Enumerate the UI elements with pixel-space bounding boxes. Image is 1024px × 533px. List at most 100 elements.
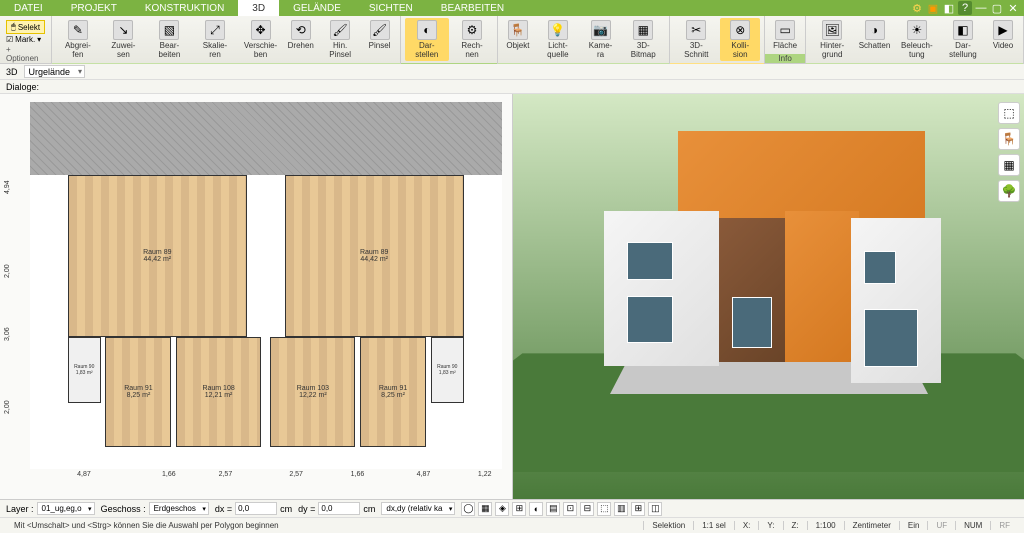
flaeche-button[interactable]: ▭Fläche xyxy=(769,18,801,52)
room-91-right[interactable]: Raum 918,25 m² xyxy=(360,337,426,447)
titlebar-icon-1[interactable]: ⚙ xyxy=(910,1,924,15)
status-ein: Ein xyxy=(899,521,928,530)
main-menubar: DATEI PROJEKT KONSTRUKTION 3D GELÄNDE SI… xyxy=(0,0,1024,16)
status-scale2: 1:100 xyxy=(807,521,844,530)
lichtquelle-button[interactable]: 💡Licht- quelle xyxy=(536,18,580,61)
verschieben-button[interactable]: ✥Verschie- ben xyxy=(238,18,282,61)
zuweisen-button[interactable]: ↘Zuwei- sen xyxy=(102,18,146,61)
room-103[interactable]: Raum 10312,22 m² xyxy=(270,337,355,447)
view-mode-label: 3D xyxy=(6,67,18,77)
titlebar-icon-2[interactable]: ▣ xyxy=(926,1,940,15)
beleuchtung-button[interactable]: ☀Beleuch- tung xyxy=(895,18,939,61)
menu-tab-projekt[interactable]: PROJEKT xyxy=(57,0,131,16)
white-block-right xyxy=(851,218,942,384)
menu-tab-3d[interactable]: 3D xyxy=(238,0,279,16)
3d-bitmap-button[interactable]: ▦3D- Bitmap xyxy=(621,18,665,61)
layer-dropdown[interactable]: 01_ug,eg,o xyxy=(37,502,95,515)
geschoss-dropdown[interactable]: Erdgeschos xyxy=(149,502,209,515)
titlebar-icon-3[interactable]: ◧ xyxy=(942,1,956,15)
object-icon: 🪑 xyxy=(508,20,528,40)
mini-icon-5[interactable]: ◐ xyxy=(529,502,543,516)
help-icon[interactable]: ? xyxy=(958,1,972,15)
video-button[interactable]: ▶Video xyxy=(987,18,1019,52)
plants-tool[interactable]: 🌳 xyxy=(998,180,1020,202)
close-icon[interactable]: ✕ xyxy=(1006,1,1020,15)
objekt-button[interactable]: 🪑Objekt xyxy=(502,18,534,52)
rotate-icon: ⟲ xyxy=(291,20,311,40)
layer-label: Layer : xyxy=(6,504,34,514)
coord-mode-dropdown[interactable]: dx,dy (relativ ka xyxy=(381,502,455,515)
dy-label: dy = xyxy=(298,504,315,514)
room-91-left[interactable]: Raum 918,25 m² xyxy=(105,337,171,447)
mini-icon-4[interactable]: ⊞ xyxy=(512,502,526,516)
mini-icon-2[interactable]: ▦ xyxy=(478,502,492,516)
mark-toggle[interactable]: ☑ Mark. ▾ xyxy=(6,34,45,45)
mini-icon-8[interactable]: ⊟ xyxy=(580,502,594,516)
menu-tab-konstruktion[interactable]: KONSTRUKTION xyxy=(131,0,238,16)
status-uf: UF xyxy=(927,521,955,530)
menu-tab-datei[interactable]: DATEI xyxy=(0,0,57,16)
lighting-icon: ☀ xyxy=(907,20,927,40)
pinsel-button[interactable]: 🖌Pinsel xyxy=(364,18,396,52)
room-90-left[interactable]: Raum 901,83 m² xyxy=(68,337,101,403)
room-108[interactable]: Raum 10812,21 m² xyxy=(176,337,261,447)
menu-tab-gelaende[interactable]: GELÄNDE xyxy=(279,0,355,16)
optionen-button[interactable]: + Optionen xyxy=(6,45,45,63)
shadow-icon: ◑ xyxy=(865,20,885,40)
brush-icon: 🖌 xyxy=(370,20,390,40)
status-rf: RF xyxy=(990,521,1018,530)
layers-tool[interactable]: ⬚ xyxy=(998,102,1020,124)
selekt-button[interactable]: 🖱 Selekt xyxy=(6,20,45,34)
mini-icon-10[interactable]: ▥ xyxy=(614,502,628,516)
assign-icon: ↘ xyxy=(113,20,133,40)
darstellen-button[interactable]: ◐Dar- stellen xyxy=(405,18,450,61)
workspace: 4,94 2,00 3,06 2,00 Raum 8944,42 m² Raum… xyxy=(0,94,1024,499)
3d-building[interactable] xyxy=(563,114,975,459)
dx-input[interactable] xyxy=(235,502,277,515)
mini-icon-12[interactable]: ◫ xyxy=(648,502,662,516)
abgreifen-button[interactable]: ✎Abgrei- fen xyxy=(56,18,100,61)
room-89-right[interactable]: Raum 8944,42 m² xyxy=(285,175,464,336)
side-tool-panel: ⬚ 🪑 ▦ 🌳 xyxy=(998,102,1020,202)
level-dropdown[interactable]: Urgelände xyxy=(24,65,86,78)
menu-tab-sichten[interactable]: SICHTEN xyxy=(355,0,427,16)
maximize-icon[interactable]: ▢ xyxy=(990,1,1004,15)
hintergrund-button[interactable]: 🖼Hinter- grund xyxy=(810,18,854,61)
menu-tab-bearbeiten[interactable]: BEARBEITEN xyxy=(427,0,518,16)
mini-icon-9[interactable]: ⬚ xyxy=(597,502,611,516)
kamera-button[interactable]: 📷Kame- ra xyxy=(582,18,620,61)
floorplan-pane[interactable]: 4,94 2,00 3,06 2,00 Raum 8944,42 m² Raum… xyxy=(0,94,513,499)
bearbeiten-button[interactable]: ▧Bear- beiten xyxy=(147,18,191,61)
status-bar: Mit <Umschalt> und <Strg> können Sie die… xyxy=(0,517,1024,533)
status-scale: 1:1 sel xyxy=(693,521,734,530)
mini-icon-1[interactable]: ◯ xyxy=(461,502,475,516)
kollision-button[interactable]: ⊗Kolli- sion xyxy=(720,18,760,61)
3d-schnitt-button[interactable]: ✂3D- Schnitt xyxy=(674,18,718,61)
furniture-tool[interactable]: 🪑 xyxy=(998,128,1020,150)
floorplan-canvas[interactable]: Raum 8944,42 m² Raum 8944,42 m² Raum 901… xyxy=(30,102,502,469)
room-90-right[interactable]: Raum 901,83 m² xyxy=(431,337,464,403)
mini-icon-3[interactable]: ◈ xyxy=(495,502,509,516)
3d-view-pane[interactable]: ⬚ 🪑 ▦ 🌳 xyxy=(513,94,1024,499)
hin-pinsel-button[interactable]: 🖌Hin. Pinsel xyxy=(319,18,362,61)
bottom-toolbar: Layer :01_ug,eg,o Geschoss :Erdgeschos d… xyxy=(0,499,1024,517)
ribbon-toolbar: 🖱 Selekt ☑ Mark. ▾ + Optionen Auswahl ✎A… xyxy=(0,16,1024,64)
mini-icon-11[interactable]: ⊞ xyxy=(631,502,645,516)
cut-icon: ✂ xyxy=(686,20,706,40)
dx-label: dx = xyxy=(215,504,232,514)
darstellung-button[interactable]: ◧Dar- stellung xyxy=(941,18,985,61)
schatten-button[interactable]: ◑Schatten xyxy=(856,18,893,52)
rechnen-button[interactable]: ⚙Rech- nen xyxy=(451,18,493,61)
status-unit: Zentimeter xyxy=(844,521,899,530)
mini-icon-7[interactable]: ⊡ xyxy=(563,502,577,516)
orange-mid-block xyxy=(785,211,859,363)
render-icon: ◐ xyxy=(417,20,437,40)
status-z: Z: xyxy=(783,521,807,530)
minimize-icon[interactable]: — xyxy=(974,1,988,15)
drehen-button[interactable]: ⟲Drehen xyxy=(285,18,317,52)
dy-input[interactable] xyxy=(318,502,360,515)
mini-icon-6[interactable]: ▤ xyxy=(546,502,560,516)
room-89-left[interactable]: Raum 8944,42 m² xyxy=(68,175,247,336)
skalieren-button[interactable]: ⤢Skalie- ren xyxy=(194,18,237,61)
materials-tool[interactable]: ▦ xyxy=(998,154,1020,176)
